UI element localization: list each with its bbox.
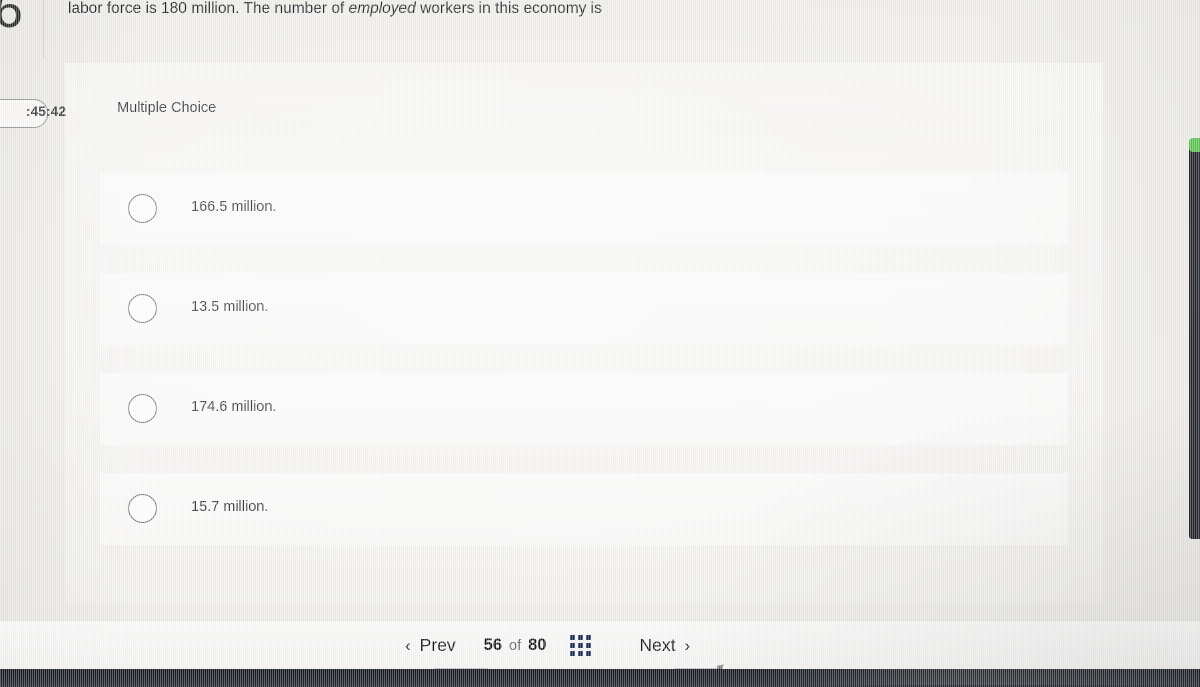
answer-option-row[interactable]: 15.7 million. (100, 473, 1068, 545)
answer-option-row[interactable]: 174.6 million. (100, 373, 1068, 445)
answer-option-row[interactable]: 13.5 million. (100, 273, 1068, 345)
page-counter: 56 of 80 (484, 636, 547, 655)
grid-cell (570, 642, 576, 648)
radio-button-icon[interactable] (128, 494, 157, 523)
grid-cell (586, 650, 592, 656)
question-navigation: ‹ Prev 56 of 80 Next › (405, 624, 755, 666)
question-header: 6 labor force is 180 million. The number… (0, 0, 1200, 58)
answer-option-label: 13.5 million. (191, 299, 269, 315)
radio-button-icon[interactable] (128, 294, 157, 323)
prev-button[interactable]: ‹ Prev (405, 635, 456, 656)
question-grid-icon[interactable] (570, 634, 592, 656)
status-indicator-dot (1189, 138, 1200, 152)
answer-option-label: 166.5 million. (191, 199, 277, 215)
radio-button-icon[interactable] (128, 394, 157, 423)
grid-cell (578, 650, 584, 656)
question-prompt: labor force is 180 million. The number o… (68, 0, 602, 20)
current-question-number: 56 (483, 635, 503, 654)
grid-cell (570, 650, 576, 656)
prev-button-label: Prev (419, 634, 456, 655)
chevron-right-icon: › (684, 635, 691, 655)
radio-button-icon[interactable] (128, 194, 157, 223)
grid-cell (578, 642, 584, 648)
grid-cell (586, 642, 592, 648)
monitor-bezel-sheen (760, 669, 1200, 685)
scrollbar-track[interactable] (1189, 147, 1200, 539)
answer-option-row[interactable]: 166.5 million. (100, 173, 1068, 245)
grid-cell (570, 634, 576, 640)
question-type-label: Multiple Choice (117, 100, 217, 116)
grid-cell (586, 634, 592, 640)
total-question-count: 80 (528, 635, 547, 654)
answer-option-label: 174.6 million. (191, 399, 277, 415)
chevron-left-icon: ‹ (405, 635, 411, 655)
screen-photo: 6 labor force is 180 million. The number… (0, 0, 1200, 687)
next-button[interactable]: Next › (639, 635, 690, 656)
question-number-divider (43, 0, 44, 58)
question-prompt-part2: workers in this economy is (415, 0, 602, 17)
question-prompt-emphasis: employed (348, 0, 416, 17)
timer-value: :45:42 (26, 104, 67, 119)
page-counter-of-label: of (509, 637, 522, 654)
question-number-glyph: 6 (0, 0, 23, 39)
grid-cell (578, 634, 584, 640)
answer-option-label: 15.7 million. (191, 499, 269, 515)
question-prompt-part1: labor force is 180 million. The number o… (68, 0, 349, 17)
next-button-label: Next (639, 634, 676, 655)
